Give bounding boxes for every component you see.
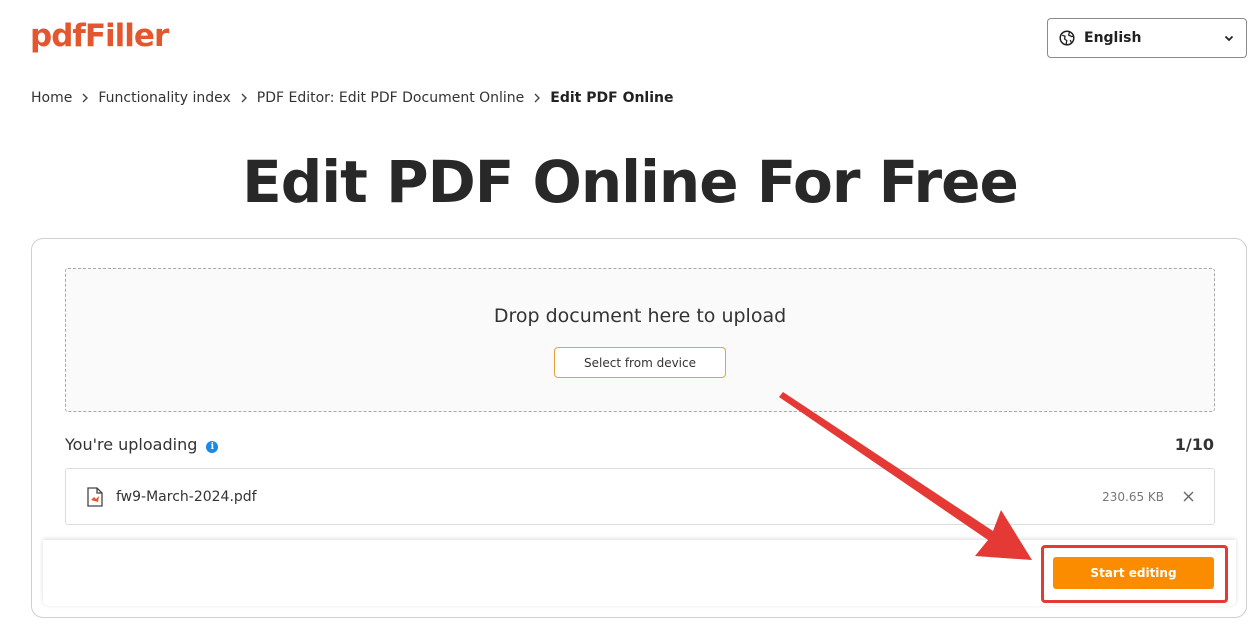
pdffiller-logo[interactable]: pdfFiller: [30, 18, 169, 54]
chevron-right-icon: [533, 93, 541, 103]
breadcrumb: Home Functionality index PDF Editor: Edi…: [31, 90, 674, 106]
file-size: 230.65 KB: [1102, 489, 1164, 504]
globe-icon: [1058, 29, 1076, 47]
select-from-device-button[interactable]: Select from device: [554, 347, 726, 378]
breadcrumb-home[interactable]: Home: [31, 90, 72, 106]
uploading-heading: You're uploading i: [65, 435, 219, 454]
chevron-right-icon: [81, 93, 89, 103]
breadcrumb-current: Edit PDF Online: [550, 90, 674, 106]
upload-dropzone[interactable]: Drop document here to upload Select from…: [65, 268, 1215, 412]
language-label: English: [1084, 30, 1142, 46]
info-icon[interactable]: i: [206, 441, 219, 453]
uploading-label: You're uploading: [65, 435, 198, 454]
chevron-right-icon: [240, 93, 248, 103]
file-name: fw9-March-2024.pdf: [116, 488, 257, 505]
pdf-file-icon: [86, 486, 104, 507]
chevron-down-icon: [1222, 31, 1236, 45]
upload-count: 1/10: [1174, 435, 1214, 454]
dropzone-title: Drop document here to upload: [493, 305, 787, 327]
page-title: Edit PDF Online For Free: [242, 148, 1019, 216]
breadcrumb-functionality-index[interactable]: Functionality index: [98, 90, 230, 106]
remove-file-icon[interactable]: [1182, 491, 1194, 503]
language-select[interactable]: English: [1047, 18, 1247, 58]
breadcrumb-pdf-editor[interactable]: PDF Editor: Edit PDF Document Online: [257, 90, 525, 106]
file-row: fw9-March-2024.pdf 230.65 KB: [65, 468, 1215, 525]
highlight-box: [1041, 545, 1228, 603]
